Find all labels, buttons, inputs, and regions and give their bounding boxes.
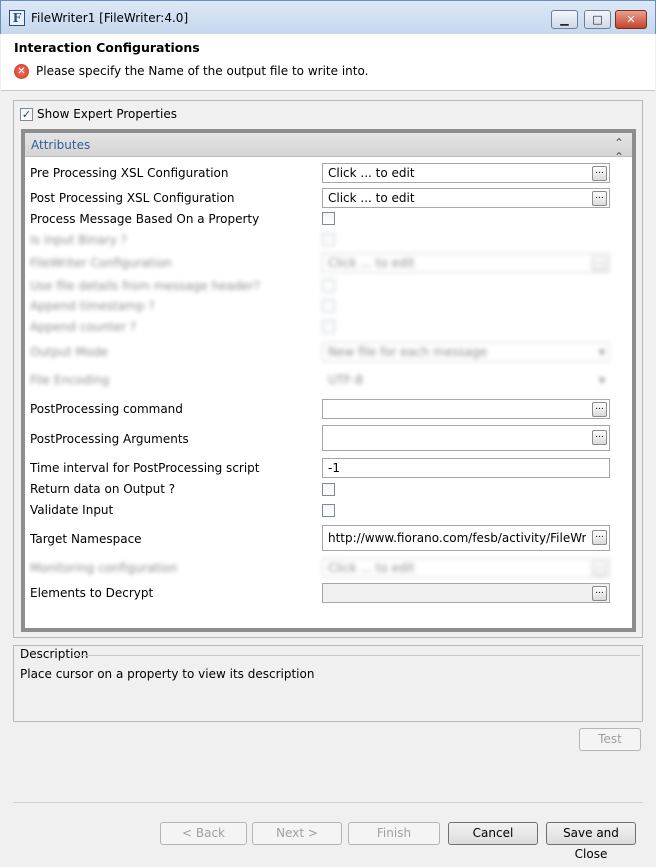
dropdown-arrow-icon: ▾ <box>598 373 605 387</box>
edit-ellipsis-button[interactable]: ... <box>592 430 607 445</box>
test-button[interactable]: Test <box>579 728 641 751</box>
show-expert-label: Show Expert Properties <box>37 107 177 121</box>
back-button[interactable]: < Back <box>160 822 247 845</box>
postprocessing-command-field[interactable]: ... <box>322 399 610 419</box>
target-namespace-field[interactable]: http://www.fiorano.com/fesb/activity/Fil… <box>322 525 610 551</box>
page-title: Interaction Configurations <box>14 40 200 55</box>
property-label: Monitoring configuration <box>30 561 178 575</box>
edit-ellipsis-button: ... <box>592 561 607 576</box>
property-label: Append timestamp ? <box>30 299 155 313</box>
error-message: Please specify the Name of the output fi… <box>36 64 369 78</box>
description-title: Description <box>20 647 89 661</box>
field-value: -1 <box>328 461 340 475</box>
return-data-checkbox[interactable] <box>322 483 335 496</box>
divider <box>13 802 643 803</box>
attributes-section-label: Attributes <box>31 138 91 152</box>
app-icon: F <box>9 10 25 26</box>
error-icon: ✕ <box>14 64 29 79</box>
wizard-header: Interaction Configurations ✕ Please spec… <box>1 34 655 91</box>
blurred-checkbox <box>322 320 335 333</box>
description-body: Place cursor on a property to view its d… <box>20 667 315 681</box>
property-label: Output Mode <box>30 345 109 359</box>
property-label: Is input Binary ? <box>30 233 128 247</box>
post-processing-xsl-field[interactable]: Click ... to edit ... <box>322 188 610 208</box>
dropdown-arrow-icon: ▾ <box>598 345 605 359</box>
edit-ellipsis-button[interactable]: ... <box>592 166 607 181</box>
property-label: Target Namespace <box>30 532 142 546</box>
time-interval-input[interactable]: -1 <box>322 458 610 478</box>
property-label: FileWriter Configuration <box>30 256 172 270</box>
properties-panel: ✓ Show Expert Properties Attributes ⌃ ⌃ Pr… <box>13 100 643 638</box>
description-panel: Description Place cursor on a property t… <box>13 645 643 722</box>
property-label: PostProcessing command <box>30 402 183 416</box>
blurred-dropdown: UTF-8 ▾ <box>322 370 610 390</box>
process-message-checkbox[interactable] <box>322 212 335 225</box>
field-value: Click ... to edit <box>328 256 415 270</box>
save-and-close-button[interactable]: Save and Close <box>546 822 636 861</box>
edit-ellipsis-button[interactable]: ... <box>592 402 607 417</box>
validate-input-checkbox[interactable] <box>322 504 335 517</box>
field-value: Click ... to edit <box>328 166 415 180</box>
cancel-button[interactable]: Cancel <box>448 822 538 845</box>
edit-ellipsis-button: ... <box>592 256 607 271</box>
blurred-field: Click ... to edit ... <box>322 558 610 578</box>
property-label: File Encoding <box>30 373 110 387</box>
property-label: Post Processing XSL Configuration <box>30 191 235 205</box>
elements-to-decrypt-field[interactable]: ... <box>322 583 610 603</box>
blurred-field: Click ... to edit ... <box>322 253 610 273</box>
blurred-dropdown: New file for each message ▾ <box>322 342 610 362</box>
property-label: Pre Processing XSL Configuration <box>30 166 229 180</box>
blurred-checkbox <box>322 233 335 246</box>
property-label: Return data on Output ? <box>30 482 176 496</box>
property-label: PostProcessing Arguments <box>30 432 189 446</box>
divider <box>74 655 640 656</box>
minimize-button[interactable]: ▁ <box>551 10 578 29</box>
property-label: Append counter ? <box>30 320 137 334</box>
property-label: Use file details from message header? <box>30 279 261 293</box>
window-title: FileWriter1 [FileWriter:4.0] <box>31 11 189 25</box>
show-expert-checkbox[interactable]: ✓ <box>20 108 33 121</box>
maximize-button[interactable]: □ <box>584 10 611 29</box>
collapse-icon[interactable]: ⌃ ⌃ <box>614 136 624 164</box>
field-value: UTF-8 <box>328 373 363 387</box>
field-value: Click ... to edit <box>328 191 415 205</box>
title-bar: F FileWriter1 [FileWriter:4.0] ▁ □ ✕ <box>0 0 656 34</box>
edit-ellipsis-button[interactable]: ... <box>592 586 607 601</box>
attributes-frame: Attributes ⌃ ⌃ Pre Processing XSL Configu… <box>21 129 636 632</box>
close-button[interactable]: ✕ <box>615 10 647 29</box>
field-value: http://www.fiorano.com/fesb/activity/Fil… <box>328 531 586 545</box>
blurred-checkbox <box>322 299 335 312</box>
attributes-section-header[interactable]: Attributes ⌃ ⌃ <box>25 133 632 164</box>
property-label: Process Message Based On a Property <box>30 212 260 226</box>
postprocessing-arguments-field[interactable]: ... <box>322 425 610 451</box>
edit-ellipsis-button[interactable]: ... <box>592 530 607 545</box>
blurred-checkbox <box>322 279 335 292</box>
pre-processing-xsl-field[interactable]: Click ... to edit ... <box>322 163 610 183</box>
show-expert-properties[interactable]: ✓ Show Expert Properties <box>20 107 177 121</box>
next-button[interactable]: Next > <box>252 822 342 845</box>
property-label: Validate Input <box>30 503 114 517</box>
property-label: Time interval for PostProcessing script <box>30 461 260 475</box>
property-label: Elements to Decrypt <box>30 586 154 600</box>
edit-ellipsis-button[interactable]: ... <box>592 191 607 206</box>
field-value: Click ... to edit <box>328 561 415 575</box>
finish-button[interactable]: Finish <box>348 822 440 845</box>
field-value: New file for each message <box>328 345 488 359</box>
